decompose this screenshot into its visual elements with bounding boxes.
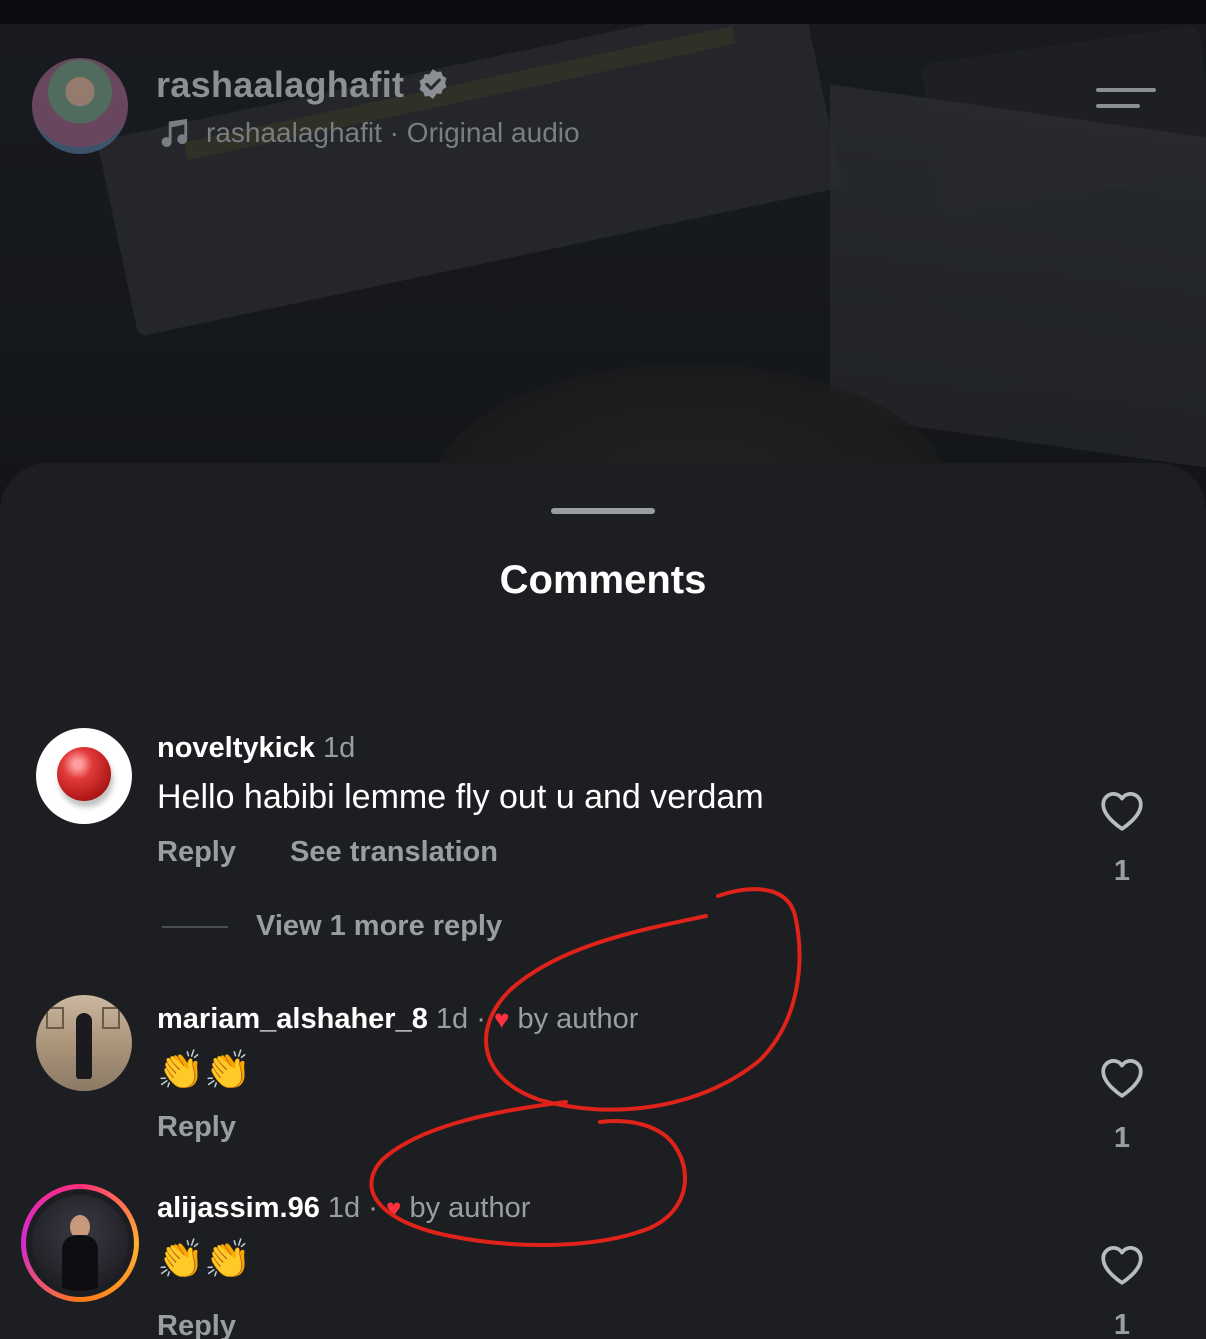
liked-by-author-label: by author	[517, 1003, 639, 1035]
comment-actions: Reply	[157, 1111, 282, 1144]
reel-header: rashaalaghafit rashaalaghafit · Original…	[32, 58, 1192, 158]
comment-actions: Reply	[157, 1310, 282, 1339]
heart-outline-icon[interactable]	[1097, 1053, 1147, 1099]
avatar-frame-left	[46, 1007, 64, 1029]
like-control: 1	[1096, 1053, 1148, 1155]
replies-divider	[162, 926, 228, 929]
sheet-title: Comments	[499, 558, 707, 602]
avatar-figure	[76, 1013, 92, 1079]
like-control: 1	[1096, 786, 1148, 888]
commenter-avatar[interactable]	[36, 995, 132, 1091]
verified-badge-icon	[419, 69, 447, 99]
like-control: 1	[1096, 1240, 1148, 1339]
comment-time: 1d	[323, 732, 356, 764]
see-translation-button[interactable]: See translation	[290, 836, 498, 868]
reel-username-text: rashaalaghafit	[156, 64, 405, 105]
avatar-suit	[62, 1235, 98, 1291]
reel-audio[interactable]: rashaalaghafit · Original audio	[156, 116, 580, 150]
reel-author-avatar[interactable]	[32, 58, 128, 154]
heart-filled-icon: ♥	[385, 1193, 402, 1223]
meta-separator: ·	[476, 1003, 486, 1035]
music-note-icon	[161, 118, 188, 147]
reply-button[interactable]: Reply	[157, 836, 236, 868]
comment-time: 1d	[327, 1192, 361, 1224]
heart-filled-icon: ♥	[493, 1004, 510, 1034]
meta-separator: ·	[368, 1192, 378, 1224]
comment-username[interactable]: alijassim.96	[157, 1192, 320, 1224]
comment-username[interactable]: noveltykick	[157, 732, 315, 764]
sheet-drag-handle[interactable]	[551, 508, 655, 514]
like-count: 1	[1113, 1122, 1131, 1154]
comment-text: 👏👏	[157, 1239, 252, 1281]
comment-text: 👏👏	[157, 1050, 252, 1092]
reel-author-username[interactable]: rashaalaghafit	[156, 64, 450, 106]
like-count: 1	[1113, 1309, 1131, 1339]
commenter-avatar[interactable]	[36, 728, 132, 824]
liked-by-author-label: by author	[409, 1192, 531, 1224]
reel-audio-label: rashaalaghafit · Original audio	[206, 117, 580, 148]
like-count: 1	[1113, 855, 1131, 887]
reply-button[interactable]: Reply	[157, 1111, 236, 1143]
reply-button[interactable]: Reply	[157, 1310, 236, 1339]
comment-username-row: mariam_alshaher_8 1d · ♥ by author	[157, 1003, 638, 1036]
comment-username-row: noveltykick 1d	[157, 732, 355, 765]
commenter-avatar[interactable]	[32, 1195, 128, 1291]
avatar-frame-right	[102, 1007, 120, 1029]
heart-outline-icon[interactable]	[1097, 1240, 1147, 1286]
view-more-replies[interactable]: View 1 more reply	[162, 910, 502, 943]
comment-time: 1d	[435, 1003, 469, 1035]
heart-outline-icon[interactable]	[1097, 786, 1147, 832]
view-replies-label: View 1 more reply	[256, 910, 503, 942]
comment-actions: Reply See translation	[157, 836, 544, 869]
red-ball-avatar-image	[57, 747, 111, 801]
menu-icon[interactable]	[1096, 88, 1156, 122]
comment-username[interactable]: mariam_alshaher_8	[157, 1003, 428, 1035]
comment-username-row: alijassim.96 1d · ♥ by author	[157, 1192, 530, 1225]
comment-text: Hello habibi lemme fly out u and verdam	[157, 778, 764, 816]
